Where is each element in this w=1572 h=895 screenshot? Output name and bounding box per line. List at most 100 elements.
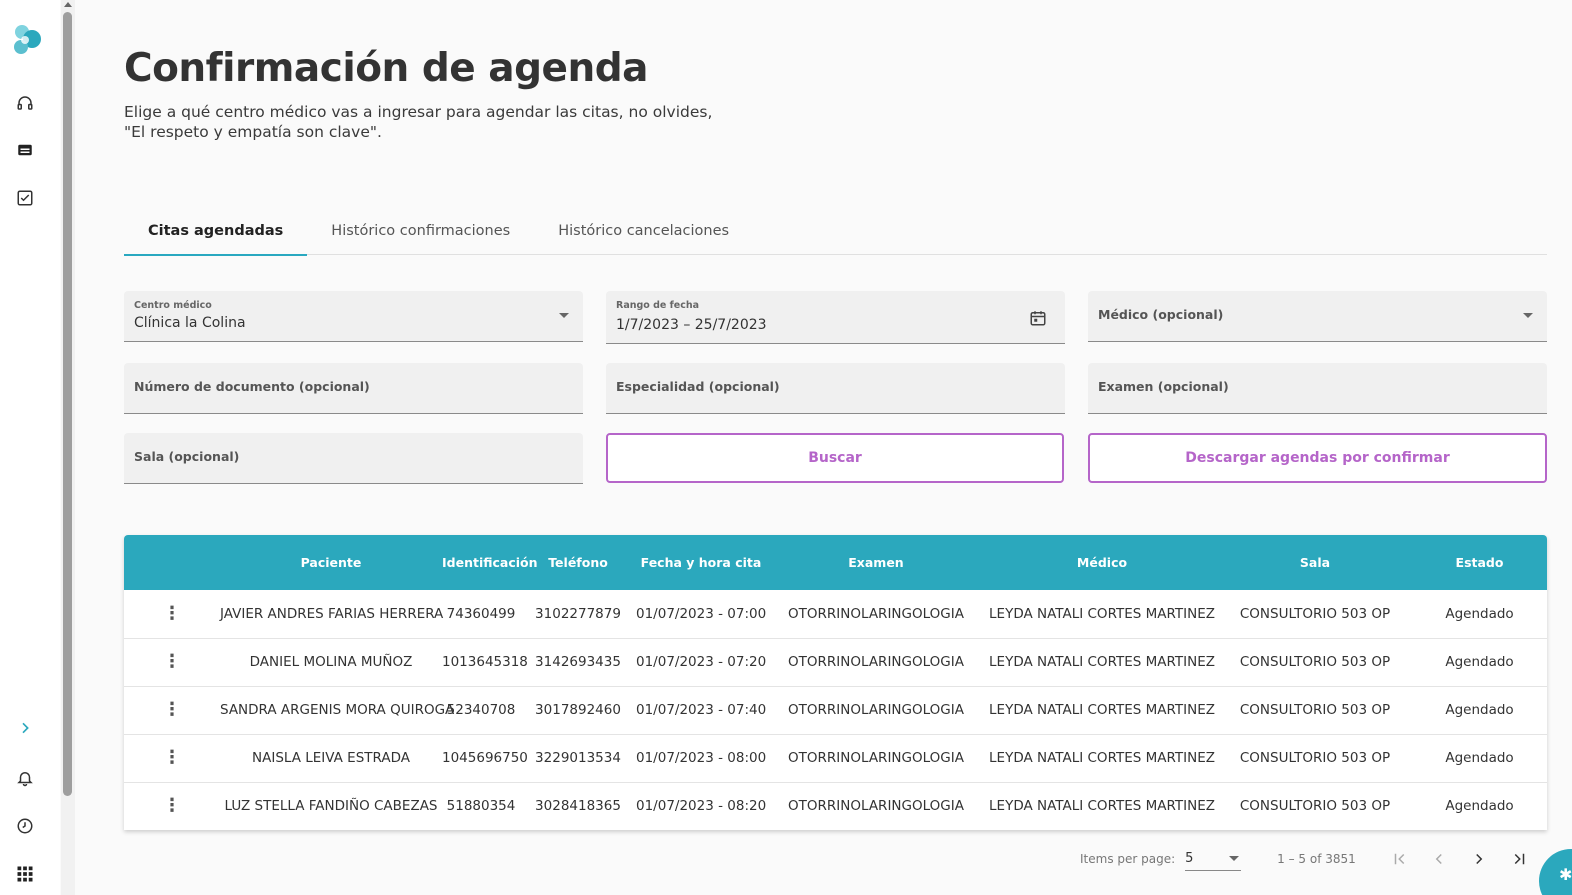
cell-estado: Agendado xyxy=(1445,798,1514,815)
cell-sala: CONSULTORIO 503 OP xyxy=(1218,638,1412,687)
calendar-icon[interactable] xyxy=(1029,309,1047,331)
checkbox-icon[interactable] xyxy=(14,187,36,209)
col-actions xyxy=(124,535,220,590)
col-sala[interactable]: Sala xyxy=(1218,535,1412,590)
numero-documento-placeholder: Número de documento (opcional) xyxy=(134,379,370,394)
cell-examen: OTORRINOLARINGOLOGIA xyxy=(766,734,986,783)
page-subtitle: Elige a qué centro médico vas a ingresar… xyxy=(124,102,764,142)
row-menu-icon[interactable]: ⋮ xyxy=(124,734,220,783)
cell-sala: CONSULTORIO 503 OP xyxy=(1218,734,1412,783)
cell-estado: Agendado xyxy=(1412,638,1547,687)
especialidad-input[interactable]: Especialidad (opcional) xyxy=(606,363,1065,414)
rango-fecha-field[interactable]: Rango de fecha 1/7/2023 – 25/7/2023 xyxy=(606,291,1065,344)
cell-estado: Agendado xyxy=(1412,590,1547,639)
cell-paciente: NAISLA LEIVA ESTRADA xyxy=(220,734,442,783)
app-logo-icon[interactable] xyxy=(10,22,46,58)
page-size-select[interactable]: 5 xyxy=(1185,847,1242,871)
tab-bar: Citas agendadas Histórico confirmaciones… xyxy=(124,206,1547,256)
col-fecha-hora[interactable]: Fecha y hora cita xyxy=(636,535,766,590)
cell-examen: OTORRINOLARINGOLOGIA xyxy=(766,590,986,639)
row-menu-icon[interactable]: ⋮ xyxy=(124,638,220,687)
cell-medico: LEYDA NATALI CORTES MARTINEZ xyxy=(986,590,1218,639)
centro-medico-value: Clínica la Colina xyxy=(134,315,246,331)
medico-select[interactable]: Médico (opcional) xyxy=(1088,291,1547,342)
cell-fecha: 01/07/2023 - 07:20 xyxy=(636,638,766,687)
cell-estado: Agendado xyxy=(1412,686,1547,735)
cell-telefono: 3017892460 xyxy=(520,686,636,735)
tab-historico-cancelaciones[interactable]: Histórico cancelaciones xyxy=(534,206,753,255)
cell-identificacion: 74360499 xyxy=(442,590,520,639)
page-size-value: 5 xyxy=(1185,851,1194,866)
apps-grid-icon[interactable] xyxy=(14,863,36,885)
bell-icon[interactable] xyxy=(14,767,36,789)
cell-paciente: JAVIER ANDRES FARIAS HERRERA xyxy=(220,590,443,639)
next-page-icon[interactable] xyxy=(1468,848,1490,870)
numero-documento-input[interactable]: Número de documento (opcional) xyxy=(124,363,583,414)
cell-identificacion: 1013645318 xyxy=(442,638,528,687)
last-page-icon[interactable] xyxy=(1508,848,1530,870)
centro-medico-select[interactable]: Centro médico Clínica la Colina xyxy=(124,291,583,342)
chevron-right-icon[interactable] xyxy=(14,717,36,739)
col-medico[interactable]: Médico xyxy=(986,535,1218,590)
rango-fecha-label: Rango de fecha xyxy=(616,300,700,311)
asterisk-icon: ✱ xyxy=(1559,865,1572,884)
cell-medico: LEYDA NATALI CORTES MARTINEZ xyxy=(986,734,1218,783)
subtitle-line-2: "El respeto y empatía son clave". xyxy=(124,123,382,141)
tab-historico-confirmaciones[interactable]: Histórico confirmaciones xyxy=(307,206,534,255)
examen-input[interactable]: Examen (opcional) xyxy=(1088,363,1547,414)
sidebar xyxy=(0,0,60,895)
cell-telefono: 3028418365 xyxy=(535,798,621,815)
scroll-up-arrow-icon[interactable] xyxy=(64,2,72,7)
cell-fecha: 01/07/2023 - 07:00 xyxy=(636,590,766,639)
cell-fecha: 01/07/2023 - 07:40 xyxy=(636,686,766,735)
table-row: ⋮ JAVIER ANDRES FARIAS HERRERA 74360499 … xyxy=(124,590,1547,639)
cell-sala: CONSULTORIO 503 OP xyxy=(1239,798,1391,815)
card-icon[interactable] xyxy=(14,139,36,161)
centro-medico-label: Centro médico xyxy=(134,300,212,311)
previous-page-icon[interactable] xyxy=(1428,848,1450,870)
cell-sala: CONSULTORIO 503 OP xyxy=(1218,590,1412,639)
page-range: 1 – 5 of 3851 xyxy=(1277,852,1356,866)
table-header-row: Paciente Identificación Teléfono Fecha y… xyxy=(124,535,1547,590)
cell-paciente: DANIEL MOLINA MUÑOZ xyxy=(220,638,442,687)
table-row: ⋮ LUZ STELLA FANDIÑO CABEZAS 51880354 30… xyxy=(124,782,1547,830)
sala-placeholder: Sala (opcional) xyxy=(134,449,240,464)
table-row: ⋮ SANDRA ARGENIS MORA QUIROGA 52340708 3… xyxy=(124,686,1547,735)
table-row: ⋮ NAISLA LEIVA ESTRADA 1045696750 322901… xyxy=(124,734,1547,783)
col-identificacion[interactable]: Identificación xyxy=(442,535,538,590)
cell-identificacion: 51880354 xyxy=(446,798,516,815)
cell-medico: LEYDA NATALI CORTES MARTINEZ xyxy=(989,798,1215,815)
cell-examen: OTORRINOLARINGOLOGIA xyxy=(788,798,964,815)
cell-telefono: 3142693435 xyxy=(520,638,636,687)
headset-icon[interactable] xyxy=(14,92,36,114)
subtitle-line-1: Elige a qué centro médico vas a ingresar… xyxy=(124,103,713,121)
descargar-agendas-button[interactable]: Descargar agendas por confirmar xyxy=(1088,433,1547,483)
clock-icon[interactable] xyxy=(14,815,36,837)
especialidad-placeholder: Especialidad (opcional) xyxy=(616,379,780,394)
sala-input[interactable]: Sala (opcional) xyxy=(124,433,583,484)
col-estado[interactable]: Estado xyxy=(1412,535,1547,590)
citas-table: Paciente Identificación Teléfono Fecha y… xyxy=(124,535,1547,830)
col-paciente[interactable]: Paciente xyxy=(220,535,442,590)
col-examen[interactable]: Examen xyxy=(766,535,986,590)
cell-identificacion: 52340708 xyxy=(442,686,520,735)
paginator: Items per page: 5 1 – 5 of 3851 xyxy=(1080,845,1356,873)
medico-placeholder: Médico (opcional) xyxy=(1098,307,1224,322)
cell-estado: Agendado xyxy=(1412,734,1547,783)
row-menu-icon[interactable]: ⋮ xyxy=(124,590,220,639)
dropdown-arrow-icon xyxy=(1229,856,1240,861)
row-menu-icon[interactable]: ⋮ xyxy=(124,782,220,830)
scrollbar-thumb[interactable] xyxy=(63,12,72,796)
first-page-icon[interactable] xyxy=(1389,848,1411,870)
cell-telefono: 3102277879 xyxy=(520,590,636,639)
cell-fecha: 01/07/2023 - 08:00 xyxy=(636,734,766,783)
buscar-button[interactable]: Buscar xyxy=(606,433,1064,483)
items-per-page-label: Items per page: xyxy=(1080,852,1176,866)
cell-identificacion: 1045696750 xyxy=(442,734,528,783)
floating-action-button[interactable]: ✱ xyxy=(1539,849,1572,895)
cell-paciente: SANDRA ARGENIS MORA QUIROGA xyxy=(220,686,454,735)
tab-citas-agendadas[interactable]: Citas agendadas xyxy=(124,206,308,256)
cell-fecha: 01/07/2023 - 08:20 xyxy=(636,798,767,815)
row-menu-icon[interactable]: ⋮ xyxy=(124,686,220,735)
cell-medico: LEYDA NATALI CORTES MARTINEZ xyxy=(986,638,1218,687)
